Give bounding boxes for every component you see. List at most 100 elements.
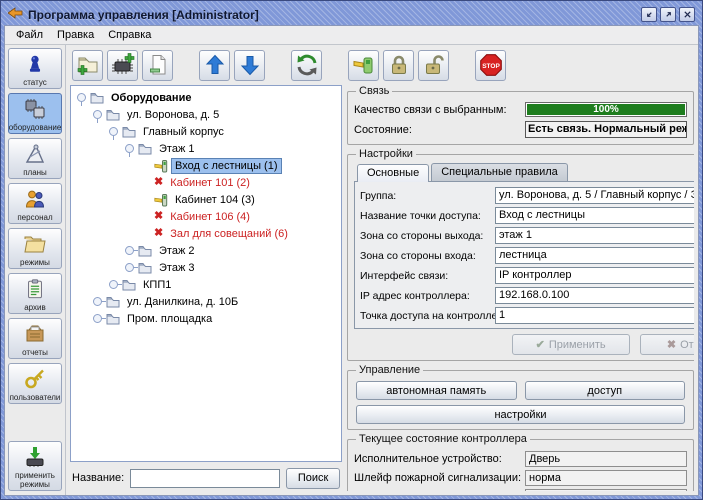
refresh-button[interactable] bbox=[291, 50, 322, 81]
expand-toggle-icon[interactable] bbox=[109, 127, 118, 136]
expand-toggle-icon[interactable] bbox=[125, 144, 134, 153]
move-up-button[interactable] bbox=[199, 50, 230, 81]
pass-button[interactable] bbox=[348, 50, 379, 81]
ap-name-field[interactable]: Вход с лестницы bbox=[495, 207, 694, 224]
link-quality-label: Качество связи с выбранным: bbox=[354, 104, 525, 116]
search-bar: Название: Поиск bbox=[70, 462, 342, 491]
access-point-online-icon bbox=[154, 193, 168, 207]
tree-node[interactable]: ✖ Кабинет 106 (4) bbox=[71, 208, 341, 225]
expand-toggle-icon[interactable] bbox=[125, 263, 134, 272]
expand-toggle-icon[interactable] bbox=[93, 297, 102, 306]
interface-select[interactable]: IP контроллер bbox=[495, 267, 694, 284]
maximize-button[interactable] bbox=[660, 7, 676, 22]
ip-address-label: IP адрес контроллера: bbox=[360, 290, 495, 302]
link-quality-value: 100% bbox=[526, 103, 686, 116]
controller-ap-select[interactable]: 1 bbox=[495, 307, 694, 324]
tree-node[interactable]: Этаж 1 bbox=[71, 140, 341, 157]
sidebar-item-plans[interactable]: планы bbox=[8, 138, 62, 179]
folder-icon bbox=[106, 313, 120, 325]
menu-file[interactable]: Файл bbox=[9, 27, 50, 43]
tree-node[interactable]: ✖ Кабинет 101 (2) bbox=[71, 174, 341, 191]
access-point-online-icon bbox=[154, 159, 168, 173]
tree-node[interactable]: ✖ Зал для совещаний (6) bbox=[71, 225, 341, 242]
controller-settings-button[interactable]: настройки bbox=[356, 405, 685, 424]
unlock-button[interactable] bbox=[418, 50, 449, 81]
tree-node[interactable]: Вход с лестницы (1) bbox=[71, 157, 341, 174]
close-button[interactable] bbox=[679, 7, 695, 22]
expand-toggle-icon[interactable] bbox=[93, 110, 102, 119]
access-point-offline-icon: ✖ bbox=[154, 211, 163, 222]
access-button[interactable]: доступ bbox=[525, 381, 686, 400]
expand-toggle-icon[interactable] bbox=[77, 93, 86, 102]
archive-icon bbox=[24, 276, 46, 302]
search-button[interactable]: Поиск bbox=[286, 468, 340, 489]
exit-zone-label: Зона со стороны выхода: bbox=[360, 230, 495, 242]
group-field[interactable]: ул. Воронова, д. 5 / Главный корпус / Эт… bbox=[495, 187, 694, 204]
cancel-button[interactable]: ✖Отменить bbox=[640, 334, 694, 355]
sidebar-item-equipment[interactable]: оборудование bbox=[8, 93, 62, 134]
reports-icon bbox=[23, 321, 47, 347]
personnel-icon bbox=[23, 186, 47, 212]
stop-button[interactable]: STOP bbox=[475, 50, 506, 81]
exit-zone-select[interactable]: этаж 1 bbox=[495, 227, 694, 244]
minimize-button[interactable] bbox=[641, 7, 657, 22]
ip-address-field[interactable]: 192.168.0.100 bbox=[495, 287, 694, 304]
sidebar-item-archive[interactable]: архив bbox=[8, 273, 62, 314]
menu-help[interactable]: Справка bbox=[101, 27, 158, 43]
control-section: Управление автономная память доступ наст… bbox=[347, 364, 694, 430]
expand-toggle-icon[interactable] bbox=[109, 280, 118, 289]
move-down-button[interactable] bbox=[234, 50, 265, 81]
pass-icon bbox=[352, 53, 376, 77]
autonomous-memory-button[interactable]: автономная память bbox=[356, 381, 517, 400]
tree-node[interactable]: Кабинет 104 (3) bbox=[71, 191, 341, 208]
tree-node[interactable]: Этаж 3 bbox=[71, 259, 341, 276]
tab-main[interactable]: Основные bbox=[357, 164, 429, 182]
menu-edit[interactable]: Правка bbox=[50, 27, 101, 43]
move-up-icon bbox=[203, 53, 227, 77]
settings-section-title: Настройки bbox=[356, 148, 416, 160]
sidebar-item-personnel[interactable]: персонал bbox=[8, 183, 62, 224]
tree-node[interactable]: Оборудование bbox=[71, 89, 341, 106]
folder-icon bbox=[138, 262, 152, 274]
sidebar-item-users[interactable]: пользователи bbox=[8, 363, 62, 404]
tab-special-rules[interactable]: Специальные правила bbox=[431, 163, 568, 181]
status-icon bbox=[24, 51, 46, 77]
controller-ap-label: Точка доступа на контроллере: bbox=[360, 310, 495, 322]
refresh-icon bbox=[295, 53, 319, 77]
folder-icon bbox=[122, 126, 136, 138]
lock-icon bbox=[387, 53, 411, 77]
control-section-title: Управление bbox=[356, 364, 423, 376]
link-section: Связь Качество связи с выбранным: 100% С… bbox=[347, 85, 694, 145]
tree-node[interactable]: КПП1 bbox=[71, 276, 341, 293]
add-group-button[interactable] bbox=[72, 50, 103, 81]
tree-node[interactable]: ул. Воронова, д. 5 bbox=[71, 106, 341, 123]
remove-button[interactable] bbox=[142, 50, 173, 81]
tree-node[interactable]: Главный корпус bbox=[71, 123, 341, 140]
title-bar: Программа управления [Administrator] bbox=[4, 4, 699, 25]
expand-toggle-icon[interactable] bbox=[125, 246, 134, 255]
sidebar-item-reports[interactable]: отчеты bbox=[8, 318, 62, 359]
add-device-button[interactable] bbox=[107, 50, 138, 81]
expand-toggle-icon[interactable] bbox=[93, 314, 102, 323]
link-section-title: Связь bbox=[356, 85, 392, 97]
executive-device-label: Исполнительное устройство: bbox=[354, 453, 525, 465]
sidebar-item-status[interactable]: статус bbox=[8, 48, 62, 89]
apply-button[interactable]: ✔Применить bbox=[512, 334, 630, 355]
sidebar-item-modes[interactable]: режимы bbox=[8, 228, 62, 269]
link-quality-progressbar: 100% bbox=[525, 102, 687, 117]
link-state-value: Есть связь. Нормальный режим. bbox=[525, 121, 687, 138]
entry-zone-label: Зона со стороны входа: bbox=[360, 250, 495, 262]
tree-node[interactable]: Этаж 2 bbox=[71, 242, 341, 259]
folder-icon bbox=[138, 245, 152, 257]
modes-icon bbox=[23, 231, 47, 257]
ap-name-field-label: Название точки доступа: bbox=[360, 210, 495, 222]
sidebar-item-apply-modes[interactable]: применить режимы bbox=[8, 441, 62, 491]
lock-button[interactable] bbox=[383, 50, 414, 81]
search-input[interactable] bbox=[130, 469, 280, 488]
entry-zone-select[interactable]: лестница bbox=[495, 247, 694, 264]
sidebar-item-label: пользователи bbox=[10, 393, 61, 402]
tree-node[interactable]: ул. Данилкина, д. 10Б bbox=[71, 293, 341, 310]
sidebar: статус оборудование планы bbox=[5, 45, 66, 495]
tree-node[interactable]: Пром. площадка bbox=[71, 310, 341, 327]
stop-icon: STOP bbox=[478, 52, 504, 78]
